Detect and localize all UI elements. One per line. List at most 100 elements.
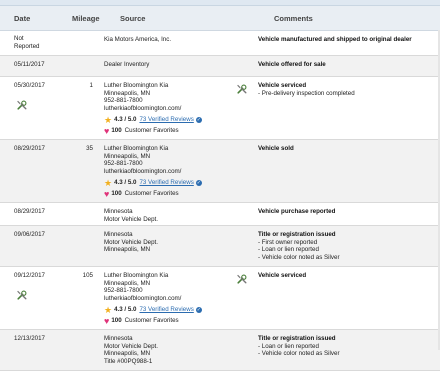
rating-value: 4.3 / 5.0 [114, 179, 137, 187]
header-source: Source [120, 13, 146, 23]
comment-title: Vehicle offered for sale [258, 61, 326, 68]
source-line: lutherkiaofbloomington.com/ [104, 105, 182, 113]
mileage-cell: 35 [86, 145, 93, 152]
source-cell: Kia Motors America, Inc. [104, 36, 171, 44]
comment-title: Vehicle purchase reported [258, 208, 336, 215]
source-line: Kia Motors America, Inc. [104, 36, 172, 43]
table-row: 12/13/2017 Minnesota Motor Vehicle Dept. Mi… [0, 330, 440, 371]
source-line: Luther Bloomington Kia [104, 145, 169, 152]
table-row: 09/06/2017 Minnesota Motor Vehicle Dept. Mi… [0, 226, 440, 267]
heart-icon: ♥ [104, 315, 110, 326]
customer-favorites: ♥ 100 Customer Favorites [104, 188, 202, 199]
source-line: 952-881-7800 [104, 160, 143, 168]
verified-reviews-link[interactable]: 73 Verified Reviews [139, 116, 193, 124]
date-cell: Not Reported [14, 35, 40, 50]
favorites-count: 100 [111, 190, 122, 198]
verified-reviews-link[interactable]: 73 Verified Reviews [139, 306, 193, 314]
date-cell: 09/06/2017 [14, 231, 45, 238]
star-icon: ★ [104, 304, 113, 315]
source-cell: Minnesota Motor Vehicle Dept. [104, 208, 158, 223]
source-line: Minnesota [104, 208, 133, 215]
table-header: Date Mileage Source Comments [0, 6, 440, 31]
rating-value: 4.3 / 5.0 [114, 306, 137, 314]
verified-reviews-link[interactable]: 73 Verified Reviews [139, 179, 193, 187]
source-cell: Minnesota Motor Vehicle Dept. Minneapolis,… [104, 335, 158, 366]
source-line: Minneapolis, MN [104, 246, 151, 254]
favorites-count: 100 [111, 127, 122, 135]
source-line: lutherkiaofbloomington.com/ [104, 295, 182, 303]
dealer-rating: ★ 4.3 / 5.0 73 Verified Reviews ✓ [104, 114, 202, 125]
comment-item: - Loan or lien reported [258, 342, 319, 350]
comment-title: Title or registration issued [258, 231, 336, 238]
wrench-icon [236, 83, 248, 95]
source-cell: Minnesota Motor Vehicle Dept. Minneapolis,… [104, 231, 158, 254]
source-line: Minneapolis, MN [104, 89, 151, 97]
history-table-body: Not Reported Kia Motors America, Inc. Vehi… [0, 31, 440, 371]
wrench-icon [16, 99, 28, 111]
source-line: Motor Vehicle Dept. [104, 238, 158, 246]
date-cell: 05/11/2017 [14, 61, 45, 68]
wrench-icon [236, 273, 248, 285]
source-line: Title #00PQ988-1 [104, 358, 153, 366]
source-line: Minneapolis, MN [104, 152, 151, 160]
source-line: lutherkiaofbloomington.com/ [104, 168, 182, 176]
date-cell: 12/13/2017 [14, 335, 45, 342]
source-line: Motor Vehicle Dept. [104, 342, 158, 350]
source-cell: Luther Bloomington Kia Minneapolis, MN 952… [104, 272, 202, 326]
table-row: 09/12/2017 105 Luther Bloomington Kia Minne… [0, 267, 440, 330]
heart-icon: ♥ [104, 188, 110, 199]
comment-item: - Vehicle color noted as Silver [258, 254, 340, 262]
dealer-rating: ★ 4.3 / 5.0 73 Verified Reviews ✓ [104, 177, 202, 188]
header-mileage: Mileage [72, 13, 100, 23]
comments-cell: Vehicle sold [258, 145, 433, 153]
date-cell: 08/29/2017 [14, 145, 45, 152]
source-line: 952-881-7800 [104, 287, 143, 295]
date-cell: 09/12/2017 [14, 272, 45, 279]
source-line: 952-881-7800 [104, 97, 143, 105]
comment-title: Title or registration issued [258, 335, 336, 342]
comments-cell: Title or registration issued - First owne… [258, 231, 433, 262]
source-cell: Luther Bloomington Kia Minneapolis, MN 952… [104, 145, 202, 199]
comment-item: - Vehicle color noted as Silver [258, 350, 340, 358]
table-row: 05/11/2017 Dealer Inventory Vehicle offere… [0, 56, 440, 77]
verified-check-icon: ✓ [195, 307, 202, 314]
dealer-rating: ★ 4.3 / 5.0 73 Verified Reviews ✓ [104, 304, 202, 315]
source-line: Minneapolis, MN [104, 279, 151, 287]
customer-favorites: ♥ 100 Customer Favorites [104, 125, 202, 136]
favorites-count: 100 [111, 317, 122, 325]
comments-cell: Vehicle purchase reported [258, 208, 433, 216]
favorites-label: Customer Favorites [124, 127, 179, 135]
table-row: 05/30/2017 1 Luther Bloomington Kia Minneap… [0, 77, 440, 140]
source-line: Minnesota [104, 335, 133, 342]
rating-value: 4.3 / 5.0 [114, 116, 137, 124]
comment-title: Vehicle serviced [258, 272, 307, 279]
source-line: Luther Bloomington Kia [104, 82, 169, 89]
comment-title: Vehicle sold [258, 145, 294, 152]
mileage-cell: 105 [82, 272, 93, 279]
header-date: Date [14, 13, 31, 23]
star-icon: ★ [104, 114, 113, 125]
comment-title: Vehicle serviced [258, 82, 307, 89]
comments-cell: Vehicle serviced - Pre-delivery inspectio… [258, 82, 433, 97]
verified-check-icon: ✓ [195, 117, 202, 124]
table-row: 08/29/2017 35 Luther Bloomington Kia Minnea… [0, 140, 440, 203]
verified-check-icon: ✓ [195, 180, 202, 187]
comments-cell: Title or registration issued - Loan or li… [258, 335, 433, 358]
heart-icon: ♥ [104, 125, 110, 136]
mileage-cell: 1 [89, 82, 93, 89]
date-cell: 08/29/2017 [14, 208, 45, 215]
comments-cell: Vehicle serviced [258, 272, 433, 280]
date-cell: 05/30/2017 [14, 82, 45, 89]
source-cell: Dealer Inventory [104, 61, 149, 69]
comment-title: Vehicle manufactured and shipped to orig… [258, 36, 412, 43]
favorites-label: Customer Favorites [124, 317, 179, 325]
header-comments: Comments [274, 13, 313, 23]
table-row: 08/29/2017 Minnesota Motor Vehicle Dept. Ve… [0, 203, 440, 226]
source-cell: Luther Bloomington Kia Minneapolis, MN 952… [104, 82, 202, 136]
source-line: Dealer Inventory [104, 61, 150, 68]
star-icon: ★ [104, 177, 113, 188]
favorites-label: Customer Favorites [124, 190, 179, 198]
customer-favorites: ♥ 100 Customer Favorites [104, 315, 202, 326]
source-line: Luther Bloomington Kia [104, 272, 169, 279]
comments-cell: Vehicle manufactured and shipped to orig… [258, 36, 433, 44]
